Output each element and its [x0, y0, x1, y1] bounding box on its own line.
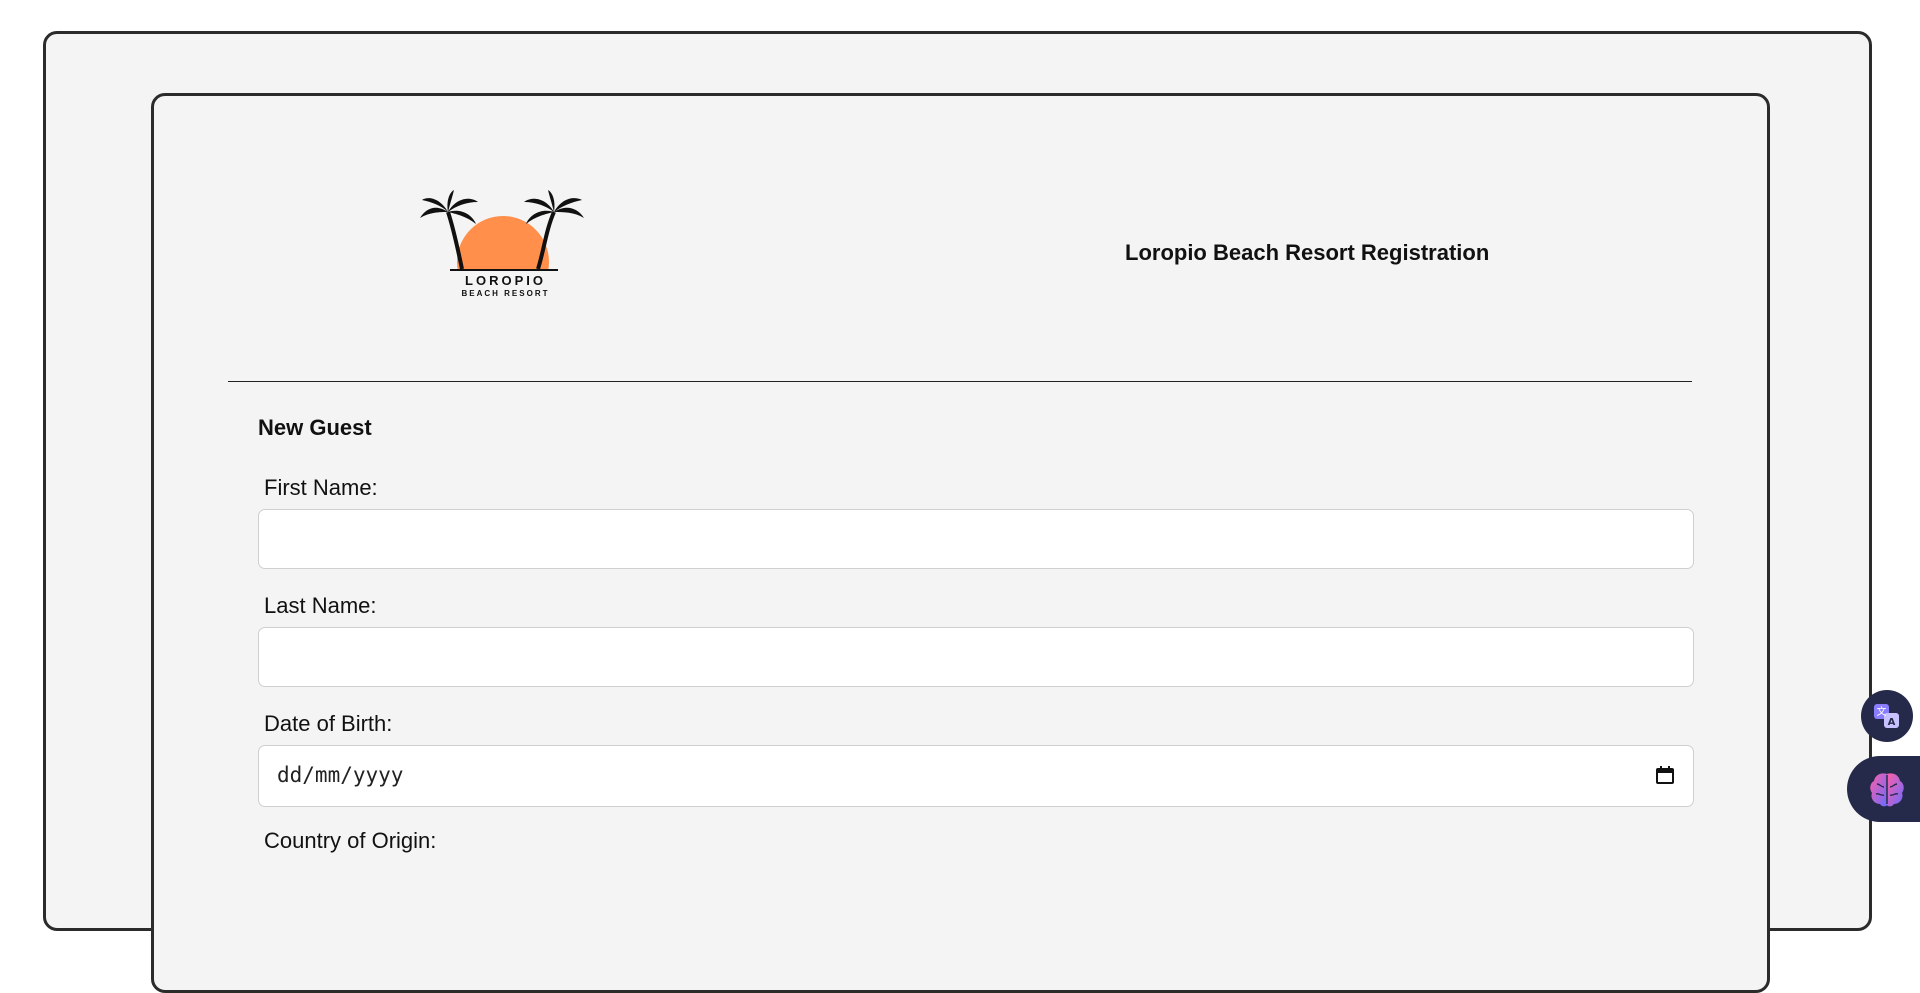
section-title: New Guest — [258, 415, 372, 440]
brain-icon — [1870, 773, 1904, 807]
svg-text:文: 文 — [1877, 705, 1887, 718]
page-title: Loropio Beach Resort Registration — [1125, 240, 1490, 265]
last-name-input[interactable] — [258, 627, 1694, 687]
first-name-input[interactable] — [258, 509, 1694, 569]
ai-assistant-button[interactable] — [1847, 756, 1920, 822]
date-of-birth-input[interactable]: dd/mm/yyyy — [258, 745, 1694, 807]
date-of-birth-label: Date of Birth: — [264, 711, 393, 736]
first-name-label: First Name: — [264, 475, 378, 500]
calendar-icon[interactable] — [1655, 765, 1675, 785]
country-of-origin-label: Country of Origin: — [264, 828, 437, 853]
date-placeholder: dd/mm/yyyy — [277, 763, 404, 787]
logo-tagline: BEACH RESORT — [461, 289, 550, 298]
translate-icon: 文 A — [1874, 704, 1899, 728]
translate-button[interactable]: 文 A — [1861, 690, 1913, 742]
svg-text:A: A — [1888, 717, 1896, 728]
header-divider — [228, 381, 1692, 382]
last-name-label: Last Name: — [264, 593, 377, 618]
logo-name: LOROPIO — [465, 273, 546, 288]
